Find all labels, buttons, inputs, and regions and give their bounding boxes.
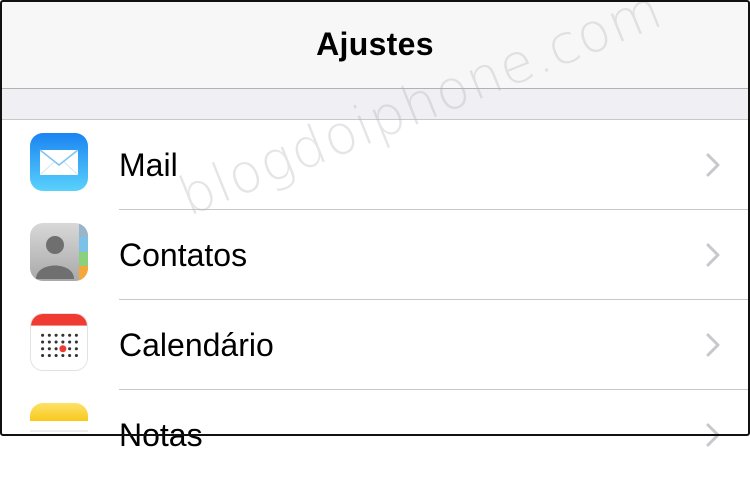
chevron-right-icon (706, 423, 720, 447)
settings-row-label: Mail (119, 147, 178, 183)
settings-list: Mail Contatos Calendário Notas (0, 120, 750, 480)
chevron-right-icon (706, 153, 720, 177)
calendar-icon (30, 313, 88, 371)
settings-row-calendar[interactable]: Calendário (0, 300, 750, 390)
settings-row-label: Calendário (119, 327, 274, 363)
settings-row-notes[interactable]: Notas (0, 390, 750, 480)
chevron-right-icon (706, 333, 720, 357)
settings-row-label: Notas (119, 417, 203, 453)
contacts-icon (30, 223, 88, 281)
section-gap (0, 89, 750, 120)
mail-icon (30, 133, 88, 191)
settings-row-mail[interactable]: Mail (0, 120, 750, 210)
navigation-bar: Ajustes (0, 0, 750, 89)
chevron-right-icon (706, 243, 720, 267)
settings-row-label: Contatos (119, 237, 248, 273)
notes-icon (30, 403, 88, 461)
page-title: Ajustes (316, 26, 434, 62)
settings-row-contacts[interactable]: Contatos (0, 210, 750, 300)
